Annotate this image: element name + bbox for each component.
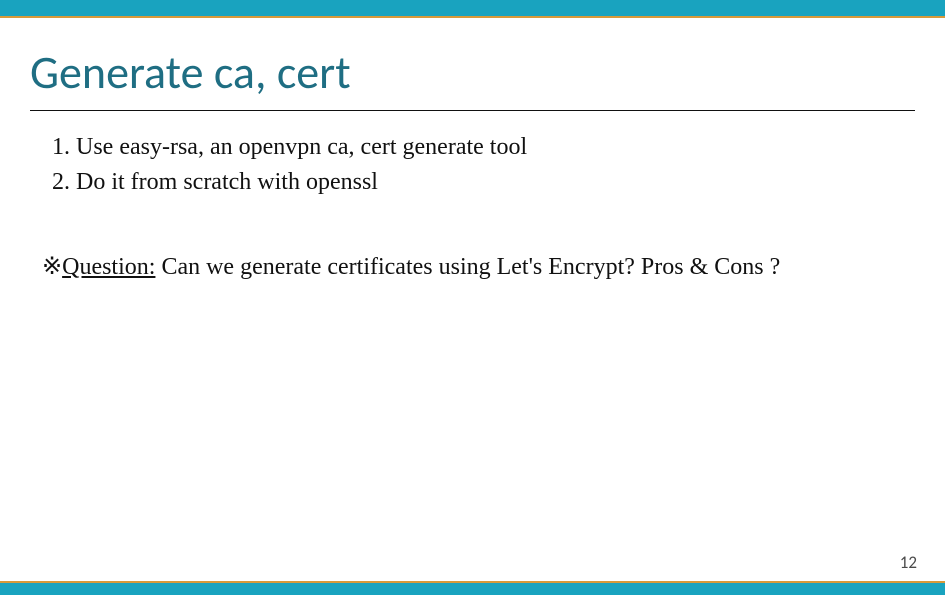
slide: Generate ca, cert 1. Use easy-rsa, an op… bbox=[0, 0, 945, 595]
list-item: 2. Do it from scratch with openssl bbox=[42, 165, 903, 200]
title-underline bbox=[30, 110, 915, 111]
top-accent-bar bbox=[0, 0, 945, 18]
question-paragraph: ※Question: Can we generate certificates … bbox=[42, 250, 882, 285]
slide-title: Generate ca, cert bbox=[30, 45, 351, 101]
list-text: Use easy-rsa, an openvpn ca, cert genera… bbox=[76, 130, 527, 165]
list-text: Do it from scratch with openssl bbox=[76, 165, 378, 200]
numbered-list: 1. Use easy-rsa, an openvpn ca, cert gen… bbox=[42, 130, 903, 200]
bottom-accent-bar bbox=[0, 581, 945, 595]
page-number: 12 bbox=[900, 552, 917, 573]
question-text: Can we generate certificates using Let's… bbox=[155, 254, 780, 280]
list-number: 2. bbox=[42, 165, 70, 200]
list-item: 1. Use easy-rsa, an openvpn ca, cert gen… bbox=[42, 130, 903, 165]
list-number: 1. bbox=[42, 130, 70, 165]
question-marker: ※ bbox=[42, 254, 62, 280]
question-label: Question: bbox=[62, 254, 155, 280]
slide-content: 1. Use easy-rsa, an openvpn ca, cert gen… bbox=[42, 130, 903, 284]
